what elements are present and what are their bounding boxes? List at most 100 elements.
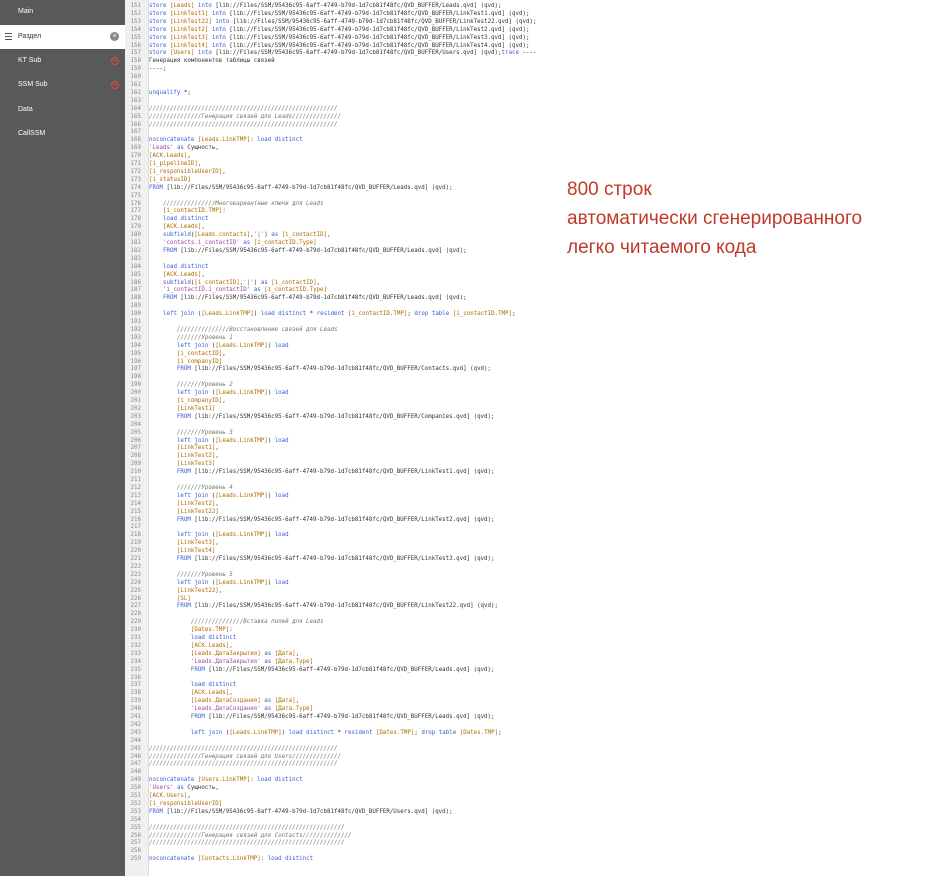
- sidebar-item-razdel[interactable]: Раздел ×: [0, 25, 125, 49]
- code-line[interactable]: subfield([i_contactID],'|') as [i_contac…: [149, 279, 320, 287]
- code-line[interactable]: [LinkTest22],: [149, 587, 222, 595]
- code-line[interactable]: 'i_contactID.i_contactID' as [i_contactI…: [149, 286, 327, 294]
- code-line[interactable]: [SL]: [149, 595, 191, 603]
- code-line[interactable]: ///////////////Многовариантные ключи для…: [149, 200, 324, 208]
- code-line[interactable]: ///////////////Генерация связей для User…: [149, 753, 341, 761]
- code-line[interactable]: ///////////////Генерация связей для Cont…: [149, 832, 351, 840]
- code-line[interactable]: ////////////////////////////////////////…: [149, 745, 337, 753]
- sidebar-item-kt-sub[interactable]: KT Sub: [0, 49, 125, 73]
- code-line[interactable]: [i_responsibleUserID],: [149, 168, 226, 176]
- code-line[interactable]: FROM [lib://Files/SSM/95436c95-6aff-4749…: [149, 468, 495, 476]
- code-line[interactable]: noconcatenate [Users.LinkTMP]: load dist…: [149, 776, 303, 784]
- code-line[interactable]: subfield([Leads.contacts],'|') as [i_con…: [149, 231, 331, 239]
- code-line[interactable]: ///////////////Вставка полей для Leads: [149, 618, 324, 626]
- code-line[interactable]: load distinct: [149, 681, 236, 689]
- code-line[interactable]: [LinkTest2],: [149, 500, 219, 508]
- code-line[interactable]: [LinkTest2],: [149, 452, 219, 460]
- code-line[interactable]: FROM [lib://Files/SSM/95436c95-6aff-4749…: [149, 713, 495, 721]
- code-line[interactable]: noconcatenate [Leads.LinkTMP]: load dist…: [149, 136, 303, 144]
- code-line[interactable]: left join ([Leads.LinkTMP]) load: [149, 531, 289, 539]
- code-line[interactable]: [LinkTest4]: [149, 547, 215, 555]
- code-line[interactable]: [i_contactID.TMP]:: [149, 207, 226, 215]
- code-line[interactable]: store [LinkTest1] into [lib://Files/SSM/…: [149, 10, 529, 18]
- code-line[interactable]: left join ([Leads.LinkTMP]) load: [149, 437, 289, 445]
- code-line[interactable]: ----;: [149, 65, 166, 73]
- code-line[interactable]: FROM [lib://Files/SSM/95436c95-6aff-4749…: [149, 413, 495, 421]
- code-line[interactable]: noconcatenate [Contacts.LinkTMP]: load d…: [149, 855, 313, 863]
- code-line[interactable]: [i_companyID]: [149, 358, 222, 366]
- code-line[interactable]: [Leads.ДатаСоздания] as [Дата],: [149, 697, 299, 705]
- code-line[interactable]: ///////Уровень 5: [149, 571, 233, 579]
- code-line[interactable]: store [LinkTest2] into [lib://Files/SSM/…: [149, 26, 529, 34]
- code-line[interactable]: left join ([Leads.LinkTMP]) load: [149, 389, 289, 397]
- code-line[interactable]: store [Leads] into [lib://Files/SSM/9543…: [149, 2, 502, 10]
- code-line[interactable]: 'Leads' as Сущность,: [149, 144, 219, 152]
- code-line[interactable]: left join ([Leads.LinkTMP]) load: [149, 492, 289, 500]
- line-number: 155: [130, 34, 141, 41]
- code-line[interactable]: FROM [lib://Files/SSM/95436c95-6aff-4749…: [149, 365, 491, 373]
- code-line[interactable]: [ACK.Users],: [149, 792, 191, 800]
- line-number: 213: [130, 492, 141, 499]
- code-line[interactable]: ///////////////Восстановление связей для…: [149, 326, 338, 334]
- code-line[interactable]: FROM [lib://Files/SSM/95436c95-6aff-4749…: [149, 294, 467, 302]
- line-number: 158: [130, 58, 141, 65]
- code-line[interactable]: ///////////////Генерация связей для Lead…: [149, 113, 341, 121]
- code-line[interactable]: left join ([Leads.LinkTMP]) load distinc…: [149, 729, 502, 737]
- code-line[interactable]: ///////Уровень 2: [149, 381, 233, 389]
- code-line[interactable]: ////////////////////////////////////////…: [149, 121, 337, 129]
- code-line[interactable]: FROM [lib://Files/SSM/95436c95-6aff-4749…: [149, 666, 495, 674]
- code-line[interactable]: [LinkTest1],: [149, 444, 219, 452]
- code-line[interactable]: ///////Уровень 3: [149, 429, 233, 437]
- code-line[interactable]: 'Leads.ДатаЗакрытия' as [Дата.Type]: [149, 658, 313, 666]
- code-line[interactable]: [LinkTest3],: [149, 539, 219, 547]
- code-line[interactable]: left join ([Leads.LinkTMP]) load: [149, 342, 289, 350]
- code-line[interactable]: 'Leads.ДатаСоздания' as [Дата.Type]: [149, 705, 313, 713]
- code-line[interactable]: FROM [lib://Files/SSM/95436c95-6aff-4749…: [149, 184, 453, 192]
- code-line[interactable]: [Dates.TMP]:: [149, 626, 233, 634]
- code-line[interactable]: [i_responsibleUserID]: [149, 800, 222, 808]
- code-line[interactable]: [i_companyID],: [149, 397, 226, 405]
- code-line[interactable]: [ACK.Leads],: [149, 689, 233, 697]
- code-line[interactable]: ////////////////////////////////////////…: [149, 824, 344, 832]
- sidebar-item-callssm[interactable]: CallSSM: [0, 122, 125, 146]
- sidebar-item-data[interactable]: Data: [0, 98, 125, 122]
- code-line[interactable]: FROM [lib://Files/SSM/95436c95-6aff-4749…: [149, 602, 498, 610]
- code-line[interactable]: ///////Уровень 1: [149, 334, 233, 342]
- code-line[interactable]: FROM [lib://Files/SSM/95436c95-6aff-4749…: [149, 516, 495, 524]
- code-line[interactable]: [ACK.Leads],: [149, 642, 233, 650]
- code-line[interactable]: [LinkTest22]: [149, 508, 219, 516]
- code-line[interactable]: unqualify *;: [149, 89, 191, 97]
- code-line[interactable]: 'Users' as Сущность,: [149, 784, 219, 792]
- code-line[interactable]: load distinct: [149, 634, 236, 642]
- code-line[interactable]: FROM [lib://Files/SSM/95436c95-6aff-4749…: [149, 247, 467, 255]
- code-line[interactable]: [i_pipelineID],: [149, 160, 201, 168]
- code-line[interactable]: FROM [lib://Files/SSM/95436c95-6aff-4749…: [149, 808, 453, 816]
- code-line[interactable]: load distinct: [149, 263, 208, 271]
- code-line[interactable]: left join ([Leads.LinkTMP]) load distinc…: [149, 310, 516, 318]
- code-line[interactable]: store [LinkTest22] into [lib://Files/SSM…: [149, 18, 536, 26]
- code-line[interactable]: [ACK.Leads],: [149, 152, 191, 160]
- code-line[interactable]: [i_statusID]: [149, 176, 191, 184]
- code-line[interactable]: [i_contactID],: [149, 350, 226, 358]
- code-line[interactable]: [Leads.ДатаЗакрытия] as [Дата],: [149, 650, 299, 658]
- sidebar-item-ssm-sub[interactable]: SSM Sub: [0, 73, 125, 97]
- sidebar-item-main[interactable]: Main: [0, 0, 125, 24]
- code-line[interactable]: [ACK.Leads],: [149, 223, 205, 231]
- code-line[interactable]: store [LinkTest3] into [lib://Files/SSM/…: [149, 34, 529, 42]
- code-line[interactable]: [LinkTest3]: [149, 460, 215, 468]
- code-line[interactable]: Генерация компонентов таблицы связей: [149, 57, 275, 65]
- code-line[interactable]: [ACK.Leads],: [149, 271, 205, 279]
- close-icon[interactable]: ×: [110, 32, 119, 41]
- code-line[interactable]: ///////Уровень 4: [149, 484, 233, 492]
- code-line[interactable]: ////////////////////////////////////////…: [149, 105, 337, 113]
- code-line[interactable]: store [Users] into [lib://Files/SSM/9543…: [149, 49, 536, 57]
- code-line[interactable]: 'contacts.i_contactID' as [i_contactID.T…: [149, 239, 317, 247]
- code-line[interactable]: ////////////////////////////////////////…: [149, 760, 337, 768]
- code-line[interactable]: [LinkTest1]: [149, 405, 215, 413]
- code-line[interactable]: load distinct: [149, 215, 208, 223]
- code-line[interactable]: left join ([Leads.LinkTMP]) load: [149, 579, 289, 587]
- code-editor[interactable]: store [Leads] into [lib://Files/SSM/9543…: [149, 0, 939, 876]
- code-line[interactable]: ////////////////////////////////////////…: [149, 839, 344, 847]
- code-line[interactable]: FROM [lib://Files/SSM/95436c95-6aff-4749…: [149, 555, 495, 563]
- code-line[interactable]: store [LinkTest4] into [lib://Files/SSM/…: [149, 42, 529, 50]
